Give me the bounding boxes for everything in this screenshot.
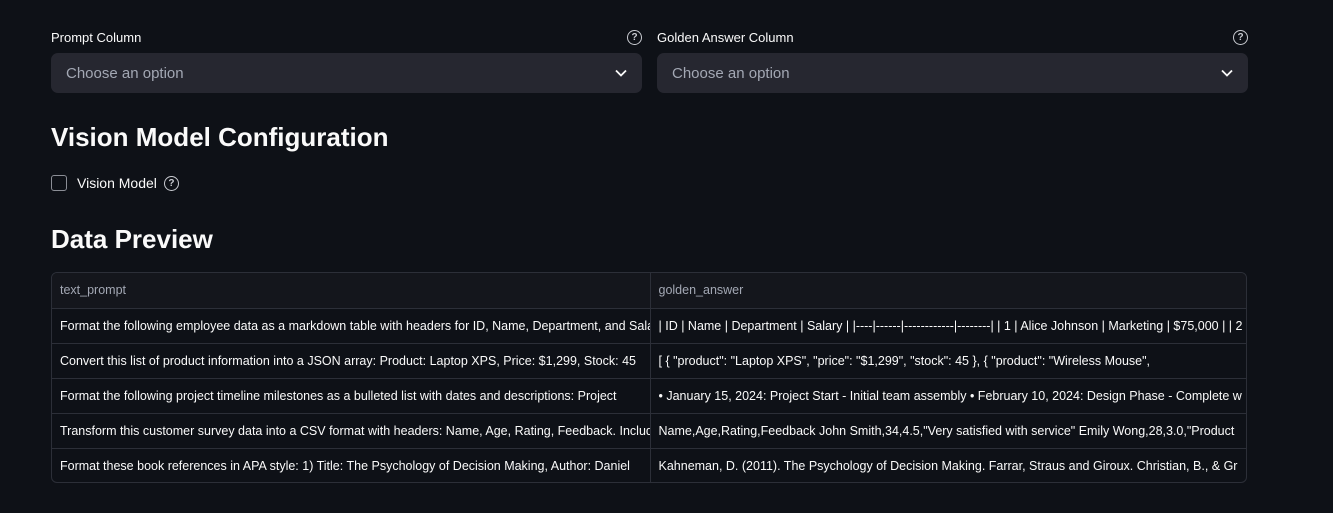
app-page: Prompt Column ? Choose an option Golden … bbox=[0, 0, 1333, 513]
table-header-row: text_prompt golden_answer bbox=[52, 273, 1246, 309]
table-cell[interactable]: [ { "product": "Laptop XPS", "price": "$… bbox=[650, 343, 1246, 379]
vision-model-label[interactable]: Vision Model bbox=[77, 175, 157, 191]
golden-answer-column-select[interactable]: Choose an option bbox=[657, 53, 1248, 93]
table-cell[interactable]: Format the following employee data as a … bbox=[52, 308, 651, 344]
column-header[interactable]: text_prompt bbox=[52, 273, 651, 309]
vision-model-checkbox[interactable] bbox=[51, 175, 67, 191]
table-row: Convert this list of product information… bbox=[52, 343, 1246, 379]
help-icon[interactable]: ? bbox=[163, 175, 179, 191]
prompt-column-label: Prompt Column bbox=[51, 29, 142, 45]
chevron-down-icon bbox=[1221, 69, 1233, 77]
table-row: Format the following employee data as a … bbox=[52, 308, 1246, 344]
vision-config-heading: Vision Model Configuration bbox=[51, 122, 389, 152]
table-cell[interactable]: • January 15, 2024: Project Start - Init… bbox=[650, 378, 1246, 414]
help-icon[interactable]: ? bbox=[1233, 29, 1248, 45]
prompt-column-select[interactable]: Choose an option bbox=[51, 53, 642, 93]
table-cell[interactable]: Format the following project timeline mi… bbox=[52, 378, 651, 414]
golden-answer-column-placeholder: Choose an option bbox=[672, 64, 790, 82]
data-preview-table[interactable]: text_prompt golden_answer Format the fol… bbox=[51, 272, 1247, 483]
prompt-column-placeholder: Choose an option bbox=[66, 64, 184, 82]
table-cell[interactable]: Name,Age,Rating,Feedback John Smith,34,4… bbox=[650, 413, 1246, 449]
column-header[interactable]: golden_answer bbox=[650, 273, 1246, 309]
help-icon[interactable]: ? bbox=[627, 29, 642, 45]
table-cell[interactable]: Kahneman, D. (2011). The Psychology of D… bbox=[650, 448, 1246, 482]
golden-answer-column-field: Golden Answer Column ? Choose an option bbox=[657, 28, 1248, 93]
table-row: Format the following project timeline mi… bbox=[52, 378, 1246, 414]
prompt-column-field: Prompt Column ? Choose an option bbox=[51, 28, 642, 93]
vision-model-checkbox-row: Vision Model ? bbox=[51, 174, 179, 192]
table-cell[interactable]: Transform this customer survey data into… bbox=[52, 413, 651, 449]
data-preview-heading: Data Preview bbox=[51, 224, 213, 254]
table-row: Transform this customer survey data into… bbox=[52, 413, 1246, 449]
table-cell[interactable]: Format these book references in APA styl… bbox=[52, 448, 651, 482]
chevron-down-icon bbox=[615, 69, 627, 77]
table-cell[interactable]: | ID | Name | Department | Salary | |---… bbox=[650, 308, 1246, 344]
golden-answer-column-label: Golden Answer Column bbox=[657, 29, 794, 45]
table-row: Format these book references in APA styl… bbox=[52, 448, 1246, 482]
table-cell[interactable]: Convert this list of product information… bbox=[52, 343, 651, 379]
